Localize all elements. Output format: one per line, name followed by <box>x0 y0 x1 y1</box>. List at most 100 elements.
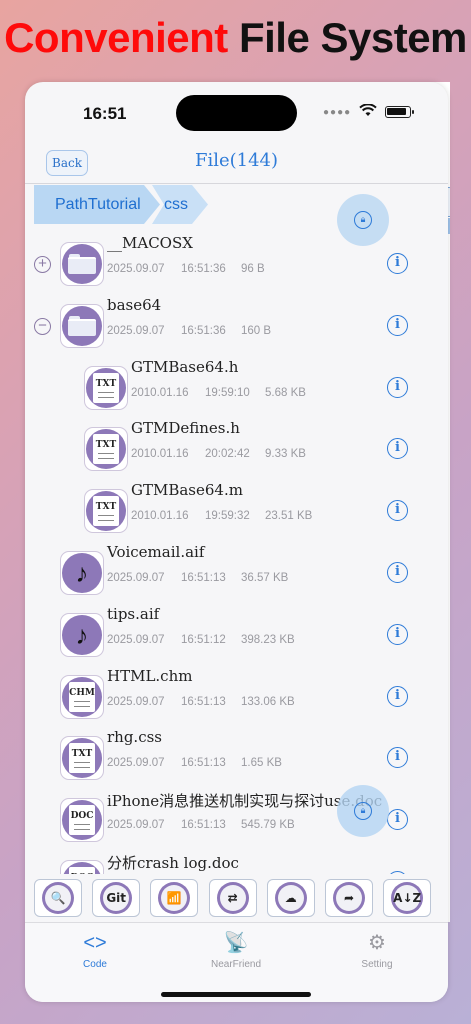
file-time: 16:51:13 <box>181 819 226 832</box>
file-name: __MACOSX <box>107 234 193 252</box>
file-row[interactable]: TXT GTMBase64.m 2010.01.16 19:59:32 23.51… <box>25 479 448 541</box>
info-icon[interactable]: i <box>387 623 408 645</box>
file-date: 2025.09.07 <box>107 819 165 832</box>
cloud-icon: ☁ <box>277 885 304 911</box>
document-icon: TXT <box>84 427 128 472</box>
file-meta: 2025.09.07 16:51:12 398.23 KB <box>107 634 295 646</box>
folder-search-button[interactable]: 🔍 <box>34 879 82 917</box>
file-date: 2025.09.07 <box>107 633 165 646</box>
info-icon[interactable]: i <box>387 253 408 274</box>
file-type-label: CHM <box>69 681 95 712</box>
file-time: 16:51:13 <box>181 757 226 770</box>
file-meta: 2025.09.07 16:51:36 96 B <box>107 263 265 275</box>
floating-action-button[interactable]: 🔒︎ <box>337 785 389 837</box>
sort-button[interactable]: A↓Z <box>383 879 432 917</box>
folder-search-icon: 🔍 <box>45 885 71 911</box>
lock-button[interactable]: 🔒︎ <box>337 194 389 246</box>
file-size: 5.68 KB <box>265 386 306 399</box>
folder-move-button[interactable]: ➦ <box>325 879 373 917</box>
file-size: 36.57 KB <box>241 572 289 584</box>
breadcrumb-item[interactable]: PathTutorial <box>34 185 160 224</box>
dynamic-island <box>176 95 297 131</box>
info-icon[interactable]: i <box>387 500 408 522</box>
wifi-button[interactable]: 📶 <box>150 879 199 917</box>
info-icon[interactable]: i <box>387 314 408 336</box>
file-size: 133.06 KB <box>241 695 295 708</box>
document-icon: DOC <box>60 860 104 874</box>
status-bar: 16:51 ●●●● <box>25 82 448 142</box>
folder-move-icon: ➦ <box>336 885 362 911</box>
file-list: + __MACOSX 2025.09.07 16:51:36 96 B i − bas… <box>25 224 448 874</box>
document-icon: DOC <box>60 798 104 843</box>
banner-text-black: File System <box>238 14 467 61</box>
file-row[interactable]: − base64 2025.09.07 16:51:36 160 B i <box>25 294 448 356</box>
git-button[interactable]: Git <box>92 879 141 917</box>
file-name: tips.aif <box>107 604 160 623</box>
file-time: 19:59:32 <box>205 510 250 523</box>
home-indicator <box>161 992 311 997</box>
cloud-button[interactable]: ☁ <box>266 879 315 917</box>
file-size: 23.51 KB <box>265 510 313 523</box>
app-window: 16:51 ●●●● Back File(144) PathTutorial c… <box>25 82 448 1002</box>
audio-file-icon: ♪ <box>60 551 104 595</box>
status-icons: ●●●● <box>323 103 415 120</box>
collapse-icon[interactable]: − <box>34 317 51 335</box>
file-time: 16:51:36 <box>181 263 226 275</box>
file-size: 545.79 KB <box>241 819 295 832</box>
info-icon[interactable]: i <box>387 438 408 460</box>
document-icon: TXT <box>84 489 128 534</box>
file-type-label: TXT <box>93 372 119 403</box>
tab-icon: <> <box>83 932 107 954</box>
file-size: 398.23 KB <box>241 633 295 646</box>
info-icon[interactable]: i <box>387 685 408 707</box>
info-icon[interactable]: i <box>387 747 408 769</box>
tab-label: NearFriend <box>210 959 262 970</box>
file-type-label: TXT <box>93 434 119 465</box>
breadcrumb-item[interactable]: css <box>152 185 208 224</box>
file-meta: 2025.09.07 16:51:36 160 B <box>107 325 271 337</box>
file-name: rhg.css <box>107 728 162 747</box>
expand-icon[interactable]: + <box>34 256 51 273</box>
wifi-icon: 📶 <box>161 885 188 911</box>
bottom-toolbar: 🔍 Git 📶 ⇄ ☁ ➦ A↓Z <box>25 875 448 921</box>
info-icon[interactable]: i <box>387 562 408 583</box>
file-name: GTMBase64.h <box>131 357 239 376</box>
file-row[interactable]: DOC 分析crash log.doc i <box>25 850 448 874</box>
info-icon[interactable]: i <box>387 871 408 874</box>
file-name: GTMDefines.h <box>131 419 240 438</box>
info-icon[interactable]: i <box>387 376 408 398</box>
file-name: HTML.chm <box>107 666 193 685</box>
file-type-label: TXT <box>93 496 119 527</box>
lock-icon: 🔒︎ <box>354 802 372 820</box>
file-date: 2025.09.07 <box>107 263 165 275</box>
tab-nearfriend[interactable]: 📡 NearFriend <box>186 931 286 970</box>
transfer-button[interactable]: ⇄ <box>208 879 257 917</box>
file-row[interactable]: + __MACOSX 2025.09.07 16:51:36 96 B i <box>25 232 448 294</box>
battery-icon <box>385 106 415 118</box>
file-row[interactable]: TXT GTMDefines.h 2010.01.16 20:02:42 9.33… <box>25 417 448 479</box>
document-icon: CHM <box>60 674 104 719</box>
document-icon: TXT <box>60 736 104 781</box>
tab-setting[interactable]: ⚙ Setting <box>327 931 427 970</box>
file-size: 1.65 KB <box>241 757 282 770</box>
wifi-status-icon <box>359 103 377 120</box>
file-row[interactable]: CHM HTML.chm 2025.09.07 16:51:13 133.06 K… <box>25 665 448 727</box>
file-date: 2025.09.07 <box>107 695 165 708</box>
file-row[interactable]: ♪ tips.aif 2025.09.07 16:51:12 398.23 KB … <box>25 603 448 665</box>
tab-code[interactable]: <> Code <box>45 931 145 970</box>
file-meta: 2010.01.16 19:59:32 23.51 KB <box>131 510 312 522</box>
file-time: 16:51:36 <box>181 324 226 337</box>
file-name: base64 <box>107 295 162 314</box>
info-icon[interactable]: i <box>387 809 408 831</box>
navigation-bar: Back File(144) <box>25 144 448 184</box>
lock-icon: 🔒︎ <box>354 211 372 229</box>
file-size: 96 B <box>241 263 265 275</box>
file-row[interactable]: ♪ Voicemail.aif 2025.09.07 16:51:13 36.57… <box>25 541 448 603</box>
file-date: 2010.01.16 <box>131 448 189 461</box>
file-row[interactable]: TXT GTMBase64.h 2010.01.16 19:59:10 5.68 … <box>25 356 448 418</box>
file-row[interactable]: TXT rhg.css 2025.09.07 16:51:13 1.65 KB i <box>25 726 448 788</box>
file-name: 分析crash log.doc <box>107 854 239 872</box>
tab-bar: <> Code 📡 NearFriend ⚙ Setting <box>25 922 448 1002</box>
page-title: File(144) <box>194 150 279 171</box>
file-date: 2010.01.16 <box>131 510 189 523</box>
